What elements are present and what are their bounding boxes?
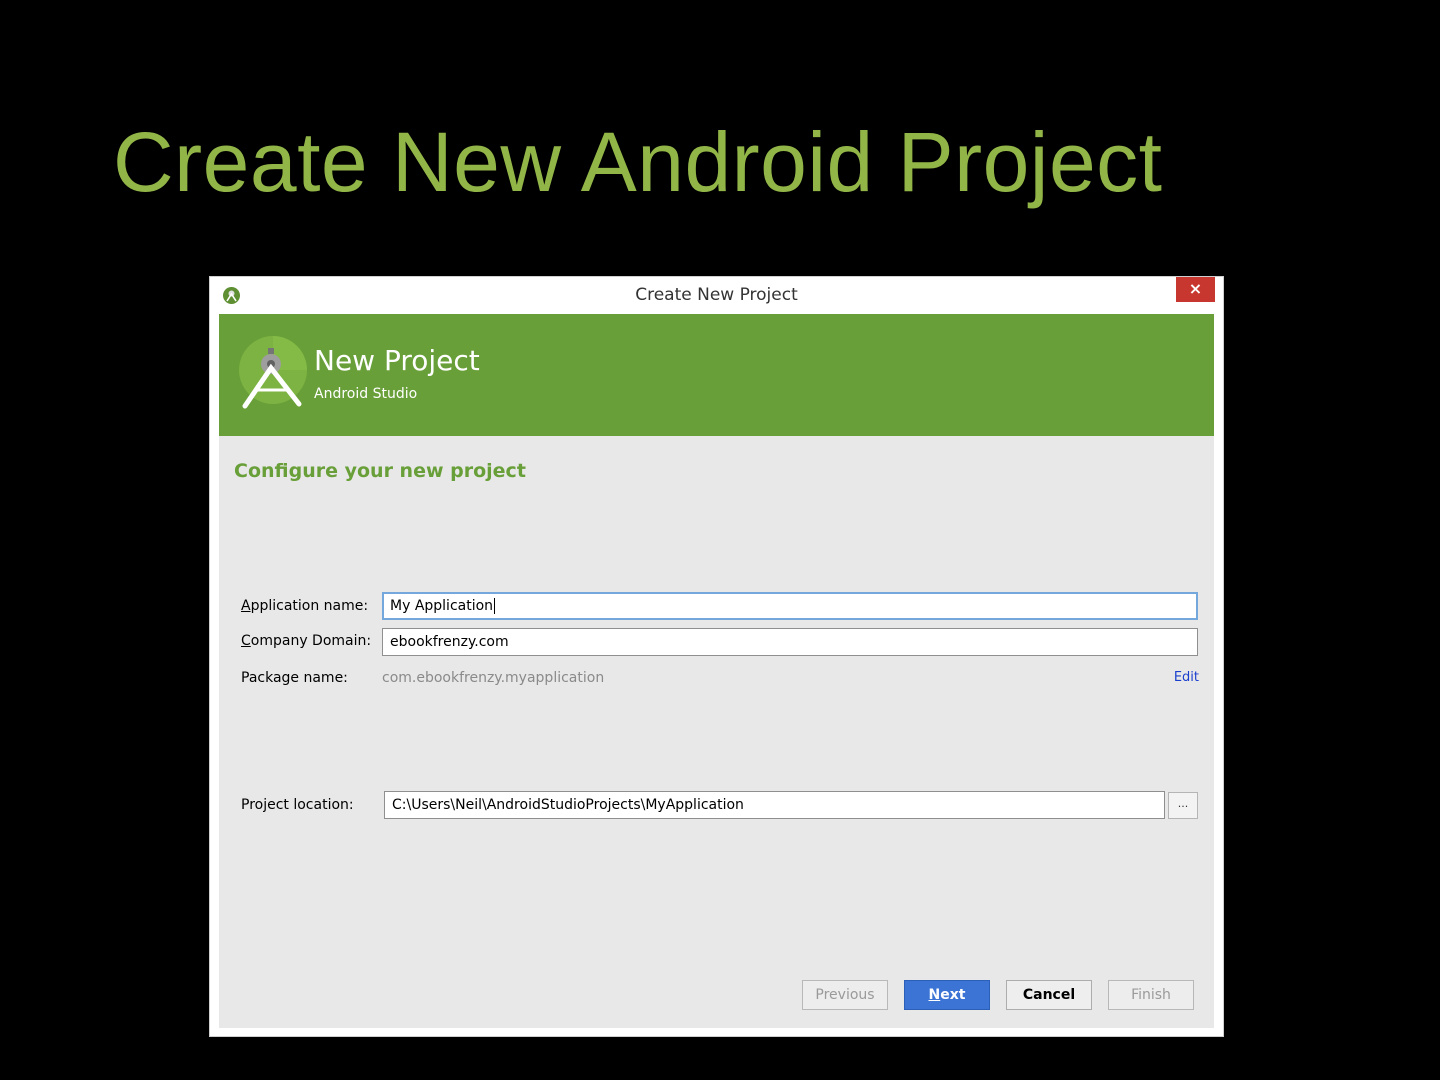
company-domain-label: Company Domain: xyxy=(241,633,371,649)
text-caret xyxy=(494,598,496,614)
mnemonic: A xyxy=(241,598,251,614)
previous-button[interactable]: Previous xyxy=(802,980,888,1010)
application-name-label: Application name: xyxy=(241,598,368,614)
create-project-dialog: Create New Project × New Project Android… xyxy=(209,276,1224,1037)
finish-button[interactable]: Finish xyxy=(1108,980,1194,1010)
close-button[interactable]: × xyxy=(1176,277,1215,302)
button-label: ext xyxy=(940,987,966,1003)
dialog-content: New Project Android Studio Configure you… xyxy=(219,314,1214,1028)
title-bar[interactable]: Create New Project × xyxy=(210,277,1223,314)
company-domain-input[interactable]: ebookfrenzy.com xyxy=(382,628,1198,656)
label-text: pplication name: xyxy=(250,598,369,614)
project-location-input[interactable]: C:\Users\Neil\AndroidStudioProjects\MyAp… xyxy=(384,791,1165,819)
browse-button[interactable]: ... xyxy=(1168,792,1198,819)
banner-subtitle: Android Studio xyxy=(314,386,418,402)
close-icon: × xyxy=(1188,279,1203,298)
input-value: ebookfrenzy.com xyxy=(390,634,509,650)
mnemonic: C xyxy=(241,633,251,649)
label-text: ompany Domain: xyxy=(250,633,372,649)
ellipsis-icon: ... xyxy=(1177,797,1189,810)
android-studio-logo-icon xyxy=(237,334,309,410)
package-name-value: com.ebookfrenzy.myapplication xyxy=(382,670,605,686)
header-banner: New Project Android Studio xyxy=(219,314,1214,436)
edit-package-link[interactable]: Edit xyxy=(1174,670,1199,685)
input-value: My Application xyxy=(390,598,494,614)
application-name-input[interactable]: My Application xyxy=(382,592,1198,620)
project-location-label: Project location: xyxy=(241,797,354,813)
banner-title: New Project xyxy=(314,344,480,377)
next-button[interactable]: Next xyxy=(904,980,990,1010)
cancel-button[interactable]: Cancel xyxy=(1006,980,1092,1010)
mnemonic: N xyxy=(928,987,941,1003)
input-value: C:\Users\Neil\AndroidStudioProjects\MyAp… xyxy=(392,797,744,813)
window-title: Create New Project xyxy=(635,285,798,305)
section-heading: Configure your new project xyxy=(234,460,526,482)
package-name-label: Package name: xyxy=(241,670,348,686)
slide-title: Create New Android Project xyxy=(113,115,1163,209)
